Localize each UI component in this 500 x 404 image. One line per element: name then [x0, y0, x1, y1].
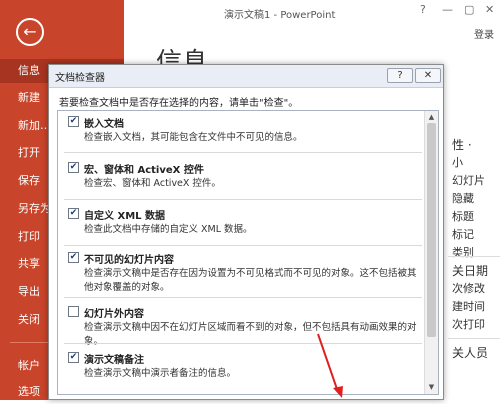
window-title-bar: 演示文稿1 - PowerPoint ? — ▢ ✕	[124, 0, 500, 26]
back-arrow-icon: ←	[23, 22, 37, 41]
scroll-thumb[interactable]	[427, 123, 436, 337]
dialog-title-bar[interactable]: 文档检查器 ? ✕	[49, 65, 443, 88]
dialog-title: 文档检查器	[55, 73, 105, 84]
property-hidden-label: 隐藏	[452, 192, 474, 205]
related-dates-heading: 关日期	[452, 264, 489, 278]
item-title: 幻灯片外内容	[84, 309, 144, 320]
last-modified-label: 次修改	[452, 282, 485, 295]
macros-checkbox[interactable]: ✔	[68, 162, 79, 173]
back-button[interactable]: ←	[16, 18, 44, 46]
item-description: 检查演示文稿中是否存在因为设置为不可见格式而不可见的对象。这不包括被其他对象覆盖…	[84, 268, 417, 293]
document-inspector-dialog: 文档检查器 ? ✕ 若要检查文档中是否存在选择的内容，请单击"检查"。 ✔ 嵌入…	[48, 64, 444, 400]
list-item-custom-xml: ✔ 自定义 XML 数据 检查此文档中存储的自定义 XML 数据。	[58, 205, 424, 250]
item-title: 演示文稿备注	[84, 355, 144, 366]
list-divider	[64, 343, 422, 344]
list-divider	[64, 199, 422, 200]
list-item-presentation-notes: ✔ 演示文稿备注 检查演示文稿中演示者备注的信息。	[58, 349, 424, 394]
created-label: 建时间	[452, 300, 485, 313]
sign-in-link[interactable]: 登录	[474, 26, 494, 41]
embedded-docs-checkbox[interactable]: ✔	[68, 116, 79, 127]
property-title-label: 标题	[452, 210, 474, 223]
item-description: 检查此文档中存储的自定义 XML 数据。	[84, 224, 253, 235]
item-title: 宏、窗体和 ActiveX 控件	[84, 165, 204, 176]
dialog-instruction: 若要检查文档中是否存在选择的内容，请单击"检查"。	[59, 98, 299, 109]
dialog-help-button[interactable]: ?	[387, 68, 413, 83]
list-item-macros: ✔ 宏、窗体和 ActiveX 控件 检查宏、窗体和 ActiveX 控件。	[58, 159, 424, 204]
item-title: 嵌入文档	[84, 119, 124, 130]
list-divider	[64, 245, 422, 246]
last-printed-label: 次打印	[452, 318, 485, 331]
scroll-down-arrow-icon[interactable]: ▼	[425, 381, 438, 394]
item-description: 检查嵌入文档，其可能包含在文件中不可见的信息。	[84, 132, 303, 143]
help-window-button[interactable]: ?	[420, 3, 426, 16]
inspection-list[interactable]: ✔ 嵌入文档 检查嵌入文档，其可能包含在文件中不可见的信息。 ✔ 宏、窗体和 A…	[57, 110, 439, 395]
right-divider	[448, 256, 500, 257]
window-close-button[interactable]: ✕	[485, 3, 494, 16]
related-people-heading: 关人员	[452, 346, 489, 360]
property-tags-label: 标记	[452, 228, 474, 241]
minimize-button[interactable]: —	[442, 3, 453, 16]
presentation-notes-checkbox[interactable]: ✔	[68, 352, 79, 363]
property-category-label: 类别	[452, 246, 474, 259]
invisible-content-checkbox[interactable]: ✔	[68, 252, 79, 263]
property-slides-label: 幻灯片	[452, 174, 485, 187]
list-item-off-slide-content: 幻灯片外内容 检查演示文稿中因不在幻灯片区域而看不到的对象，但不包括具有动画效果…	[58, 303, 424, 348]
dialog-close-button[interactable]: ✕	[415, 68, 441, 83]
maximize-button[interactable]: ▢	[464, 3, 474, 16]
list-divider	[64, 152, 422, 153]
item-title: 自定义 XML 数据	[84, 211, 165, 222]
item-description: 检查宏、窗体和 ActiveX 控件。	[84, 178, 221, 189]
window-title: 演示文稿1 - PowerPoint	[224, 10, 336, 21]
off-slide-content-checkbox[interactable]	[68, 306, 79, 317]
custom-xml-checkbox[interactable]: ✔	[68, 208, 79, 219]
item-description: 检查演示文稿中因不在幻灯片区域而看不到的对象，但不包括具有动画效果的对象。	[84, 322, 417, 347]
item-description: 检查演示文稿中演示者备注的信息。	[84, 368, 237, 379]
property-size-label: 小	[452, 156, 463, 169]
list-scrollbar[interactable]: ▲ ▼	[424, 111, 438, 394]
list-divider	[64, 297, 422, 298]
properties-label[interactable]: 性 ·	[452, 136, 472, 153]
right-divider-2	[448, 338, 500, 339]
item-title: 不可见的幻灯片内容	[84, 255, 174, 266]
list-item-invisible-content: ✔ 不可见的幻灯片内容 检查演示文稿中是否存在因为设置为不可见格式而不可见的对象…	[58, 249, 424, 294]
